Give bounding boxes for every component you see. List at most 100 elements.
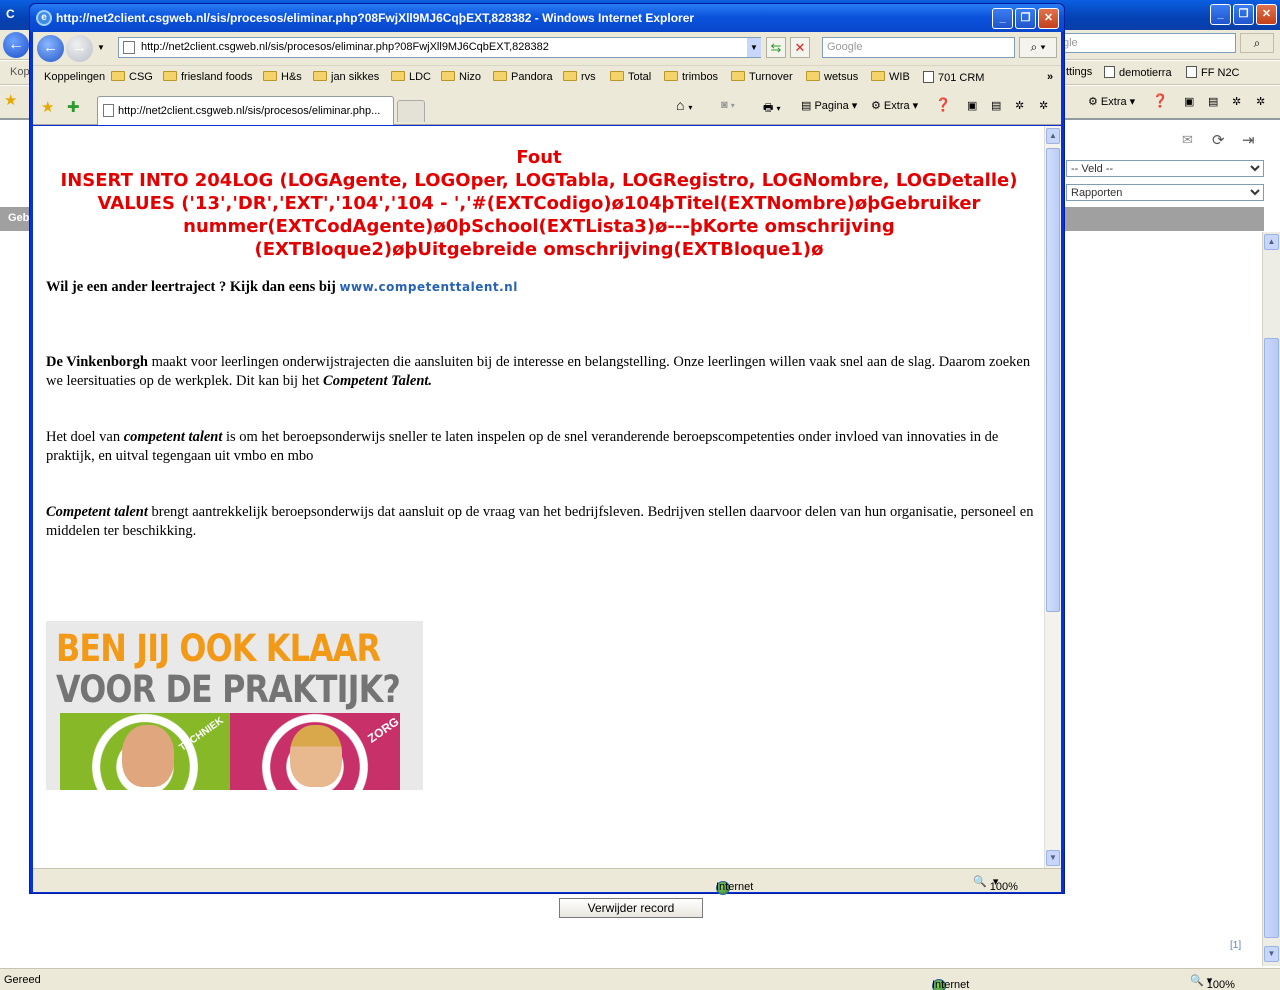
background-search-input[interactable]: gle bbox=[1058, 33, 1236, 53]
link-folder-hs[interactable]: H&s bbox=[263, 71, 302, 83]
add-favorite-icon[interactable]: ✚ bbox=[67, 98, 80, 116]
address-bar-input[interactable]: http://net2client.csgweb.nl/sis/procesos… bbox=[118, 37, 761, 58]
address-dropdown-icon[interactable]: ▼ bbox=[747, 38, 761, 57]
praktijk-banner-image: BEN JIJ OOK KLAAR VOOR DE PRAKTIJK? TECH… bbox=[46, 621, 423, 790]
link-folder-jan-sikkes[interactable]: jan sikkes bbox=[313, 71, 379, 83]
toolbar-icon[interactable]: ▤ bbox=[1208, 95, 1218, 108]
background-scrollbar[interactable]: ▲ ▼ bbox=[1262, 232, 1280, 966]
link-folder-wetsus[interactable]: wetsus bbox=[806, 71, 858, 83]
page-menu[interactable]: ▤ Pagina ▾ bbox=[801, 99, 857, 112]
competenttalent-link[interactable]: www.competenttalent.nl bbox=[339, 280, 517, 294]
link-folder-pandora[interactable]: Pandora bbox=[493, 71, 553, 83]
favorites-star-icon[interactable]: ★ bbox=[4, 91, 17, 109]
paragraph-doel: Het doel van competent talent is om het … bbox=[46, 429, 999, 464]
background-link-demotierra[interactable]: demotierra bbox=[1104, 66, 1172, 79]
intro-paragraph: Wil je een ander leertraject ? Kijk dan … bbox=[46, 279, 518, 295]
scrollbar-thumb[interactable] bbox=[1264, 338, 1279, 938]
folder-icon bbox=[263, 71, 277, 81]
back-arrow-icon[interactable]: ← bbox=[37, 35, 64, 62]
ie-page-icon bbox=[923, 71, 934, 83]
link-folder-rvs[interactable]: rvs bbox=[563, 71, 596, 83]
help-icon[interactable]: ❓ bbox=[1152, 93, 1168, 109]
folder-icon bbox=[493, 71, 507, 81]
search-icon[interactable]: ⌕ ▾ bbox=[1019, 37, 1057, 58]
rapporten-select[interactable]: Rapporten bbox=[1066, 184, 1264, 201]
delete-record-button[interactable]: Verwijder record bbox=[559, 898, 703, 918]
scroll-down-icon[interactable]: ▼ bbox=[1046, 850, 1060, 866]
link-folder-wib[interactable]: WIB bbox=[871, 71, 910, 83]
tab-current-page[interactable]: http://net2client.csgweb.nl/sis/procesos… bbox=[97, 96, 394, 125]
feeds-icon[interactable]: ◙ ▾ bbox=[721, 99, 735, 111]
toolbar-icon[interactable]: ✲ bbox=[1039, 99, 1048, 112]
background-extra-menu[interactable]: ⚙ Extra ▾ bbox=[1088, 95, 1135, 108]
background-search-icon[interactable]: ⌕ bbox=[1240, 33, 1274, 53]
toolbar-icon[interactable]: ✲ bbox=[1232, 95, 1241, 108]
link-folder-total[interactable]: Total bbox=[610, 71, 651, 83]
toolbar-icon[interactable]: ✲ bbox=[1015, 99, 1024, 112]
background-maximize-button[interactable]: ❐ bbox=[1233, 4, 1254, 25]
link-folder-turnover[interactable]: Turnover bbox=[731, 71, 793, 83]
page-icon bbox=[123, 41, 135, 54]
logout-icon[interactable]: ⇥ bbox=[1242, 131, 1255, 149]
error-title: Fout bbox=[516, 147, 562, 168]
scroll-up-icon[interactable]: ▲ bbox=[1264, 234, 1279, 250]
toolbar-icon[interactable]: ▣ bbox=[967, 99, 977, 112]
background-left-content bbox=[0, 122, 32, 966]
tab-bar: ★ ✚ http://net2client.csgweb.nl/sis/proc… bbox=[33, 89, 1061, 125]
background-right-panel: ✉ ⟳ ⇥ -- Veld -- Rapporten bbox=[1064, 122, 1280, 966]
extra-menu[interactable]: ⚙ Extra ▾ bbox=[871, 99, 918, 112]
toolbar-icon[interactable]: ▣ bbox=[1184, 95, 1194, 108]
banner-person-2 bbox=[290, 725, 342, 787]
banner-headline-2: VOOR DE PRAKTIJK? bbox=[56, 668, 401, 711]
pager-link[interactable]: [1] bbox=[1230, 940, 1241, 951]
search-input[interactable]: Google bbox=[822, 37, 1015, 58]
background-minimize-button[interactable]: _ bbox=[1210, 4, 1231, 25]
home-icon[interactable]: ⌂ ▾ bbox=[676, 97, 692, 113]
ie-logo-icon: e bbox=[36, 10, 52, 26]
background-zoom[interactable]: 🔍 100% ▾ bbox=[1190, 974, 1235, 990]
scroll-up-icon[interactable]: ▲ bbox=[1046, 128, 1060, 144]
favorites-star-icon[interactable]: ★ bbox=[41, 98, 54, 116]
link-folder-ldc[interactable]: LDC bbox=[391, 71, 431, 83]
folder-icon bbox=[391, 71, 405, 81]
scroll-down-icon[interactable]: ▼ bbox=[1264, 946, 1279, 962]
folder-icon bbox=[806, 71, 820, 81]
link-folder-nizo[interactable]: Nizo bbox=[441, 71, 481, 83]
help-icon[interactable]: ❓ bbox=[935, 97, 951, 113]
folder-icon bbox=[871, 71, 885, 81]
link-folder-trimbos[interactable]: trimbos bbox=[664, 71, 718, 83]
popup-nav-bar: ← → ▼ http://net2client.csgweb.nl/sis/pr… bbox=[33, 32, 1061, 65]
link-folder-csg[interactable]: CSG bbox=[111, 71, 153, 83]
scrollbar-thumb[interactable] bbox=[1046, 148, 1060, 612]
popup-minimize-button[interactable]: _ bbox=[992, 8, 1013, 29]
refresh-icon[interactable]: ⟳ bbox=[1212, 131, 1225, 149]
veld-select[interactable]: -- Veld -- bbox=[1066, 160, 1264, 177]
folder-icon bbox=[313, 71, 327, 81]
banner-person-1 bbox=[122, 725, 174, 787]
mail-icon[interactable]: ✉ bbox=[1182, 132, 1193, 148]
toolbar-icon[interactable]: ✲ bbox=[1256, 95, 1265, 108]
links-overflow-icon[interactable]: » bbox=[1047, 71, 1053, 83]
zoom-control[interactable]: 🔍 100% ▾ bbox=[973, 875, 1018, 893]
link-701-crm[interactable]: 701 CRM bbox=[923, 71, 984, 84]
background-link-settings[interactable]: ttings bbox=[1066, 66, 1092, 78]
new-tab-button[interactable] bbox=[397, 100, 425, 122]
refresh-icon[interactable]: ⇆ bbox=[766, 37, 786, 58]
history-dropdown-icon[interactable]: ▼ bbox=[97, 43, 105, 52]
toolbar-icon[interactable]: ▤ bbox=[991, 99, 1001, 112]
error-message: Fout INSERT INTO 204LOG (LOGAgente, LOGO… bbox=[41, 146, 1037, 261]
popup-close-button[interactable]: ✕ bbox=[1038, 8, 1059, 29]
background-close-button[interactable]: ✕ bbox=[1256, 4, 1277, 25]
popup-maximize-button[interactable]: ❐ bbox=[1015, 8, 1036, 29]
print-icon[interactable]: 🖶 ▾ bbox=[763, 99, 780, 118]
page-scrollbar[interactable]: ▲ ▼ bbox=[1044, 126, 1061, 868]
background-title-text: C bbox=[6, 7, 15, 21]
forward-arrow-icon[interactable]: → bbox=[66, 35, 93, 62]
stop-icon[interactable]: ✕ bbox=[790, 37, 810, 58]
folder-icon bbox=[563, 71, 577, 81]
page-content: Fout INSERT INTO 204LOG (LOGAgente, LOGO… bbox=[33, 126, 1061, 868]
background-back-button[interactable]: ← bbox=[3, 32, 29, 58]
background-link-ff-n2c[interactable]: FF N2C bbox=[1186, 66, 1240, 79]
links-bar-label: Koppelingen bbox=[44, 71, 106, 83]
link-folder-friesland-foods[interactable]: friesland foods bbox=[163, 71, 253, 83]
